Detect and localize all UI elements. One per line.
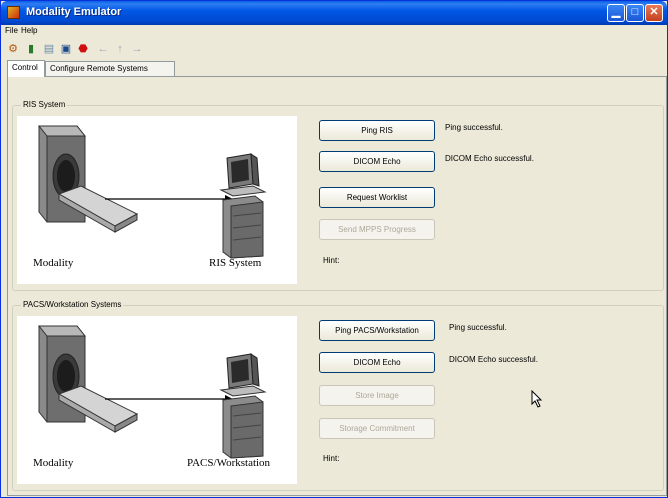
tab-control[interactable]: Control (7, 60, 45, 77)
app-window: Modality Emulator ▁ □ ✕ File Help ⚙ ▮ ▤ … (0, 0, 668, 498)
store-image-button[interactable]: Store Image (319, 385, 435, 406)
ris-system-group: RIS System Modality RIS System Ping RIS … (12, 100, 664, 291)
ris-group-title: RIS System (21, 100, 68, 109)
toolbar: ⚙ ▮ ▤ ▣ ⬣ ← ↑ → (1, 41, 667, 59)
stop-icon[interactable]: ⬣ (77, 43, 89, 55)
ris-system-caption: RIS System (209, 257, 262, 269)
app-icon (7, 6, 20, 19)
ping-ris-button[interactable]: Ping RIS (319, 120, 435, 141)
ping-pacs-status: Ping successful. (449, 323, 507, 332)
pacs-dicom-echo-button[interactable]: DICOM Echo (319, 352, 435, 373)
ping-pacs-button[interactable]: Ping PACS/Workstation (319, 320, 435, 341)
storage-commitment-button[interactable]: Storage Commitment (319, 418, 435, 439)
tab-configure-remote-systems[interactable]: Configure Remote Systems (45, 61, 175, 76)
up-arrow-icon[interactable]: ↑ (114, 43, 126, 55)
menu-file[interactable]: File (5, 26, 18, 35)
back-arrow-icon[interactable]: ← (97, 43, 109, 55)
pacs-group-title: PACS/Workstation Systems (21, 300, 124, 309)
ris-hint-label: Hint: (323, 256, 340, 265)
pacs-hint-label: Hint: (323, 454, 340, 463)
request-worklist-button[interactable]: Request Worklist (319, 187, 435, 208)
pacs-workstation-group: PACS/Workstation Systems Modality PACS/W… (12, 300, 664, 491)
ris-dicom-echo-status: DICOM Echo successful. (445, 154, 534, 163)
modality-scanner-image (19, 318, 139, 438)
ping-ris-status: Ping successful. (445, 123, 503, 132)
pacs-workstation-image (213, 350, 273, 460)
book-icon[interactable]: ▮ (25, 43, 37, 55)
send-mpps-progress-button[interactable]: Send MPPS Progress (319, 219, 435, 240)
title-bar[interactable]: Modality Emulator ▁ □ ✕ (1, 1, 667, 25)
modality-scanner-image (19, 118, 139, 238)
monitor-icon[interactable]: ▣ (60, 43, 72, 55)
menu-bar: File Help (1, 25, 667, 39)
pacs-diagram: Modality PACS/Workstation (17, 316, 297, 484)
window-title: Modality Emulator (26, 6, 122, 18)
forward-arrow-icon[interactable]: → (131, 43, 143, 55)
notes-icon[interactable]: ▤ (43, 43, 55, 55)
maximize-button[interactable]: □ (626, 4, 644, 22)
configure-icon[interactable]: ⚙ (7, 43, 19, 55)
ris-dicom-echo-button[interactable]: DICOM Echo (319, 151, 435, 172)
pacs-workstation-caption: PACS/Workstation (187, 457, 271, 469)
ris-diagram: Modality RIS System (17, 116, 297, 284)
menu-help[interactable]: Help (21, 26, 37, 35)
pacs-modality-caption: Modality (33, 457, 74, 469)
ris-workstation-image (213, 150, 273, 260)
tab-panel-control: RIS System Modality RIS System Ping RIS … (7, 76, 667, 496)
mouse-cursor-icon (531, 390, 543, 408)
ris-modality-caption: Modality (33, 257, 74, 269)
pacs-dicom-echo-status: DICOM Echo successful. (449, 355, 538, 364)
minimize-button[interactable]: ▁ (607, 4, 625, 22)
close-button[interactable]: ✕ (645, 4, 663, 22)
